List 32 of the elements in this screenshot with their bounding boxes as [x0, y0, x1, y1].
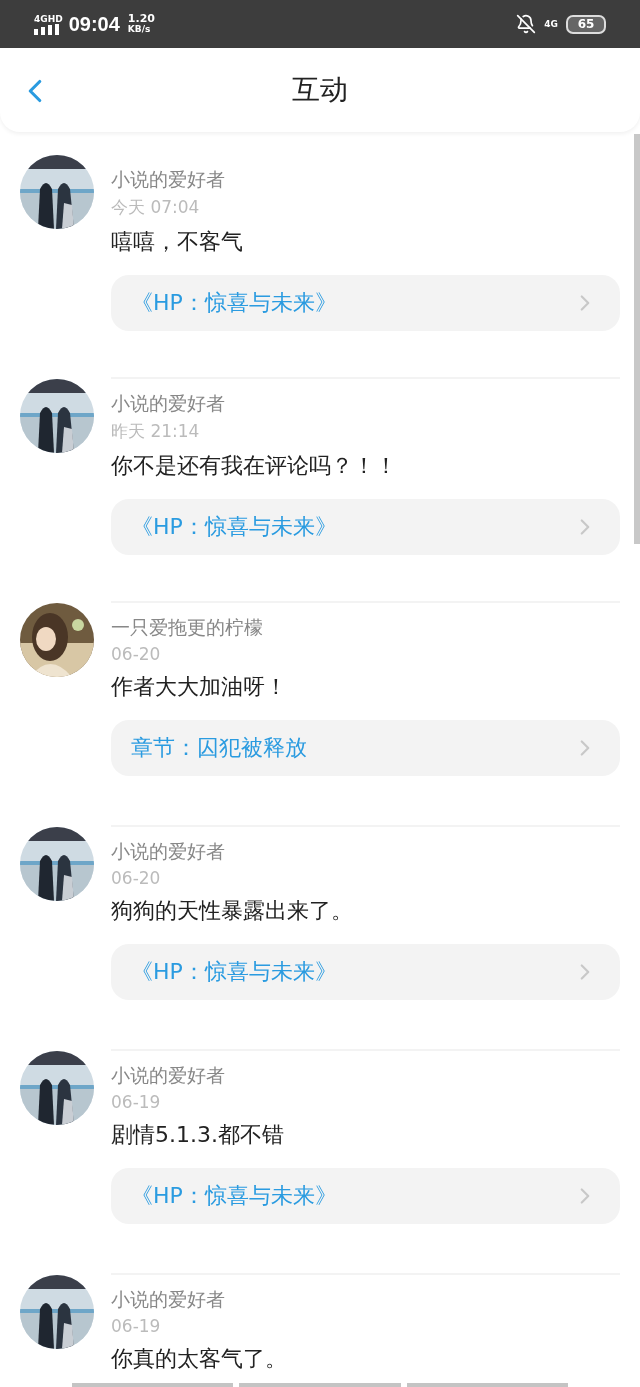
speed-value: 1.20 [127, 14, 155, 24]
muted-bell-icon [516, 14, 537, 34]
speed-unit: KB/s [127, 24, 152, 34]
battery-icon: 65 [566, 14, 606, 34]
comment-time: 06-20 [111, 644, 161, 664]
author-name: 小说的爱好者 [111, 167, 225, 192]
clock: 09:04 [68, 12, 120, 36]
work-link[interactable]: 《HP：惊喜与未来》 [111, 499, 620, 555]
comment-time: 06-19 [111, 1316, 161, 1336]
page-title: 互动 [292, 72, 348, 108]
work-link[interactable]: 《HP：惊喜与未来》 [111, 1168, 620, 1224]
comment-text: 嘻嘻，不客气 [111, 228, 243, 256]
author-name: 小说的爱好者 [111, 839, 225, 864]
mobile-data: 4G [544, 19, 558, 29]
comment-time: 今天 07:04 [111, 196, 200, 219]
comment-text: 作者大大加油呀！ [111, 673, 287, 701]
author-name: 小说的爱好者 [111, 1063, 225, 1088]
work-link[interactable]: 《HP：惊喜与未来》 [111, 275, 620, 331]
comment-time: 06-20 [111, 868, 161, 888]
work-link[interactable]: 章节：囚犯被释放 [111, 720, 620, 776]
author-name: 小说的爱好者 [111, 1287, 225, 1312]
author-name: 小说的爱好者 [111, 391, 225, 416]
comment-text: 剧情5.1.3.都不错 [111, 1121, 284, 1149]
comment-text: 你真的太客气了。 [111, 1345, 287, 1373]
comment-text: 狗狗的天性暴露出来了。 [111, 897, 353, 925]
signal-icon [34, 23, 59, 35]
work-link[interactable]: 《HP：惊喜与未来》 [111, 944, 620, 1000]
comment-time: 昨天 21:14 [111, 420, 200, 443]
comment-text: 你不是还有我在评论吗？！！ [111, 452, 397, 480]
author-name: 一只爱拖更的柠檬 [111, 615, 263, 640]
comment-time: 06-19 [111, 1092, 161, 1112]
network-type: 4GHD [34, 13, 63, 24]
